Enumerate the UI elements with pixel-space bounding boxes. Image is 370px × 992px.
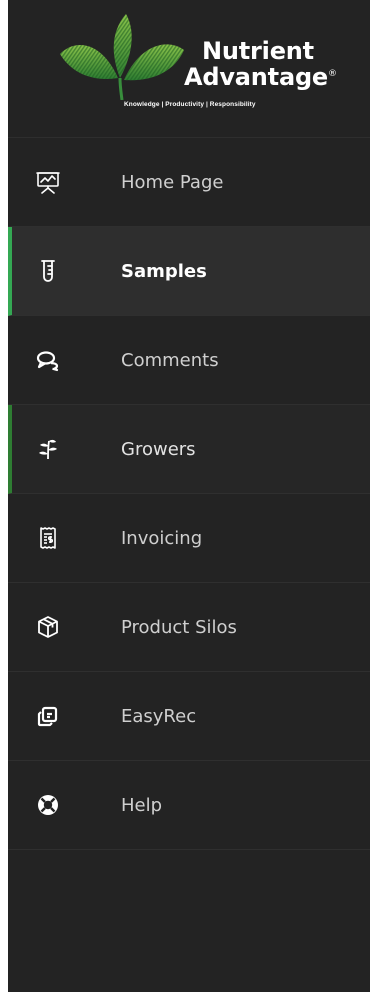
sidebar: Nutrient Advantage® Knowledge | Producti… [8, 0, 370, 992]
brand-tagline: Knowledge | Productivity | Responsibilit… [124, 101, 256, 108]
nav-label-samples: Samples [121, 260, 207, 282]
life-ring-icon [36, 793, 60, 817]
nav-item-invoicing[interactable]: Invoicing [8, 494, 370, 583]
nav-label-product-silos: Product Silos [121, 616, 237, 638]
nav-label-invoicing: Invoicing [121, 527, 203, 549]
brand-name-line2: Advantage [184, 63, 329, 91]
receipt-icon [36, 526, 60, 550]
nav-label-growers: Growers [121, 438, 196, 460]
leaf-logo-icon [60, 14, 184, 100]
nav-item-help[interactable]: Help [8, 761, 370, 850]
plant-icon [36, 437, 60, 461]
brand-name: Nutrient Advantage® [184, 37, 364, 91]
nav-item-comments[interactable]: Comments [8, 316, 370, 405]
box-icon [36, 615, 60, 639]
clone-icon [36, 704, 60, 728]
nav-item-easyrec[interactable]: EasyRec [8, 672, 370, 761]
test-tube-icon [36, 259, 60, 283]
nav-menu: Home Page Samples Comments Growers Invoi… [8, 138, 370, 850]
nav-label-comments: Comments [121, 349, 219, 371]
presentation-chart-icon [36, 170, 60, 194]
brand-header[interactable]: Nutrient Advantage® Knowledge | Producti… [8, 0, 370, 138]
brand-name-line1: Nutrient [202, 37, 314, 65]
registered-mark: ® [328, 69, 337, 79]
nav-item-home-page[interactable]: Home Page [8, 138, 370, 227]
nav-item-growers[interactable]: Growers [8, 405, 370, 494]
chat-bubbles-icon [36, 348, 60, 372]
nav-label-help: Help [121, 794, 163, 816]
nav-item-samples[interactable]: Samples [8, 227, 370, 316]
nav-label-home-page: Home Page [121, 171, 224, 193]
nav-item-product-silos[interactable]: Product Silos [8, 583, 370, 672]
nav-label-easyrec: EasyRec [121, 705, 197, 727]
